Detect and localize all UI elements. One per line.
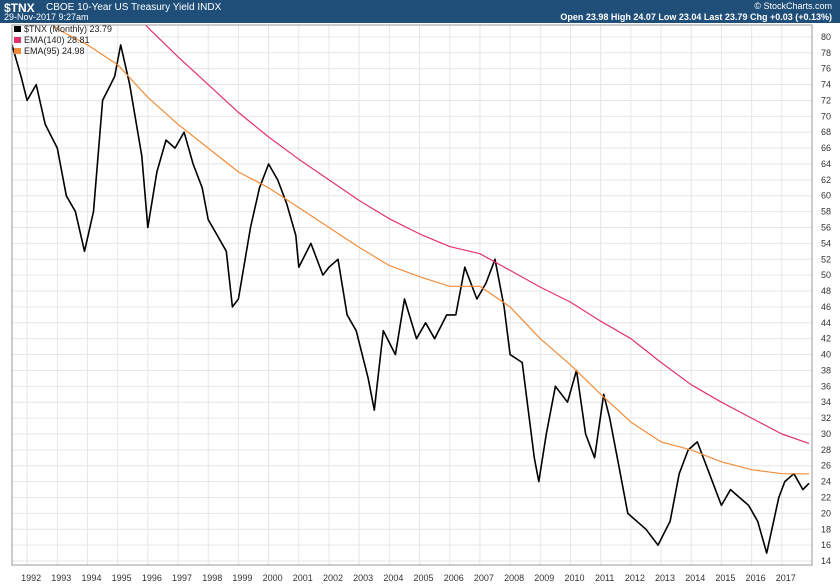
legend-swatch: [14, 26, 21, 32]
y-tick-label: 70: [821, 111, 831, 121]
y-tick-label: 48: [821, 286, 831, 296]
x-tick-label: 2005: [414, 573, 434, 583]
y-tick-label: 74: [821, 80, 831, 90]
y-tick-label: 22: [821, 493, 831, 503]
x-tick-label: 2012: [625, 573, 645, 583]
y-tick-label: 60: [821, 191, 831, 201]
x-tick-label: 1994: [81, 573, 101, 583]
y-tick-label: 26: [821, 461, 831, 471]
y-tick-label: 72: [821, 95, 831, 105]
y-tick-label: 40: [821, 350, 831, 360]
x-tick-label: 2006: [444, 573, 464, 583]
quote-label: Open 23.98 High 24.07 Low 23.04 Last 23.…: [560, 12, 832, 22]
x-tick-label: 2004: [383, 573, 403, 583]
y-tick-label: 62: [821, 175, 831, 185]
x-tick-label: 2009: [534, 573, 554, 583]
y-tick-label: 78: [821, 48, 831, 58]
y-tick-label: 66: [821, 143, 831, 153]
y-tick-label: 56: [821, 223, 831, 233]
y-tick-label: 52: [821, 254, 831, 264]
y-tick-label: 30: [821, 429, 831, 439]
y-tick-label: 46: [821, 302, 831, 312]
series-line: [12, 44, 810, 554]
legend-swatch: [14, 48, 21, 54]
y-tick-label: 36: [821, 381, 831, 391]
legend-swatch: [14, 37, 21, 43]
x-tick-label: 2010: [564, 573, 584, 583]
x-tick-label: 2007: [474, 573, 494, 583]
price-chart: 14 16 18 20 22 24 26 28 30 32 34 36 38 40 42 44 46 48 50 52…: [11, 24, 831, 583]
x-tick-label: 1999: [232, 573, 252, 583]
y-tick-label: 20: [821, 508, 831, 518]
x-tick-label: 1997: [172, 573, 192, 583]
x-axis: 1992 1993 1994 1995 1996 1997 1998 1999 2000 2001…: [21, 573, 796, 583]
series-group: [12, 25, 810, 554]
x-tick-label: 2001: [293, 573, 313, 583]
legend-label: EMA(140) 28.81: [24, 35, 90, 45]
y-tick-label: 16: [821, 540, 831, 550]
x-tick-label: 1998: [202, 573, 222, 583]
x-tick-label: 2003: [353, 573, 373, 583]
y-tick-label: 44: [821, 318, 831, 328]
plot-border: [11, 24, 813, 566]
x-tick-label: 1995: [112, 573, 132, 583]
brand-label: © StockCharts.com: [754, 1, 832, 11]
x-tick-label: 1993: [51, 573, 71, 583]
x-tick-label: 2017: [776, 573, 796, 583]
y-tick-label: 76: [821, 64, 831, 74]
y-tick-label: 54: [821, 238, 831, 248]
x-tick-label: 2002: [323, 573, 343, 583]
legend-label: EMA(95) 24.98: [24, 46, 85, 56]
x-tick-label: 1992: [21, 573, 41, 583]
chart-frame: $TNX CBOE 10-Year US Treasury Yield INDX…: [0, 0, 840, 588]
y-tick-label: 38: [821, 365, 831, 375]
y-tick-label: 28: [821, 445, 831, 455]
y-tick-label: 34: [821, 397, 831, 407]
y-tick-label: 58: [821, 207, 831, 217]
y-tick-label: 68: [821, 127, 831, 137]
y-tick-label: 42: [821, 334, 831, 344]
x-tick-label: 2000: [263, 573, 283, 583]
y-tick-label: 80: [821, 32, 831, 42]
x-tick-label: 2014: [685, 573, 705, 583]
x-tick-label: 1996: [142, 573, 162, 583]
y-tick-label: 18: [821, 524, 831, 534]
legend-label: $TNX (Monthly) 23.79: [24, 24, 112, 34]
series-line: [144, 25, 810, 444]
x-tick-label: 2008: [504, 573, 524, 583]
y-tick-label: 50: [821, 270, 831, 280]
x-tick-label: 2016: [746, 573, 766, 583]
exchange-text: INDX: [197, 2, 222, 13]
date-label: 29-Nov-2017 9:27am: [4, 12, 89, 22]
y-tick-label: 64: [821, 159, 831, 169]
x-tick-label: 2011: [595, 573, 614, 583]
x-tick-label: 2015: [715, 573, 735, 583]
chart-header: $TNX CBOE 10-Year US Treasury Yield INDX…: [0, 0, 840, 23]
y-tick-label: 32: [821, 413, 831, 423]
y-axis: 14 16 18 20 22 24 26 28 30 32 34 36 38 40 42 44 46 48 50 52…: [821, 32, 831, 566]
grid-lines: [12, 25, 812, 565]
y-tick-label: 24: [821, 477, 831, 487]
x-tick-label: 2013: [655, 573, 675, 583]
y-tick-label: 14: [821, 556, 831, 566]
